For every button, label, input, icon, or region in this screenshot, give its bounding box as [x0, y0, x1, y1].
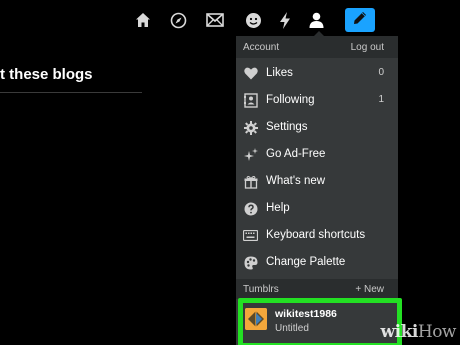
lightning-icon[interactable] — [275, 10, 295, 30]
activity-icon[interactable] — [243, 10, 263, 30]
gift-icon — [243, 174, 258, 189]
wikihow-watermark: wikiHow — [380, 322, 457, 342]
menu-item-label: What's new — [266, 175, 326, 187]
menu-item-label: Settings — [266, 121, 308, 133]
background-divider — [0, 92, 142, 93]
blog-item-wikitest1986[interactable]: wikitest1986 Untitled — [236, 299, 398, 345]
tumblrs-header: Tumblrs + New — [236, 279, 398, 299]
account-label: Account — [243, 42, 280, 53]
account-icon[interactable] — [306, 10, 326, 30]
palette-icon — [243, 255, 258, 270]
watermark-brand: wiki — [380, 322, 419, 342]
menu-item-likes[interactable]: Likes 0 — [236, 60, 398, 87]
menu-item-change-palette[interactable]: Change Palette — [236, 249, 398, 276]
menu-item-go-ad-free[interactable]: Go Ad-Free — [236, 141, 398, 168]
account-menu: Account Log out Likes 0 Following 1 Sett… — [236, 36, 398, 345]
menu-item-label: Likes — [266, 67, 293, 79]
blog-name: wikitest1986 — [275, 308, 337, 320]
watermark-suffix: How — [417, 322, 457, 342]
likes-count: 0 — [378, 67, 384, 78]
explore-icon[interactable] — [168, 10, 188, 30]
menu-item-keyboard-shortcuts[interactable]: Keyboard shortcuts — [236, 222, 398, 249]
menu-item-label: Help — [266, 202, 290, 214]
blog-subtitle: Untitled — [275, 323, 309, 334]
logout-link[interactable]: Log out — [351, 42, 384, 53]
gear-icon — [243, 120, 258, 135]
mail-icon[interactable] — [205, 10, 225, 30]
account-menu-header: Account Log out — [236, 36, 398, 58]
menu-item-label: Change Palette — [266, 256, 346, 268]
following-icon — [243, 93, 258, 108]
compose-button[interactable] — [345, 8, 375, 32]
menu-item-settings[interactable]: Settings — [236, 114, 398, 141]
menu-item-label: Keyboard shortcuts — [266, 229, 366, 241]
menu-item-label: Go Ad-Free — [266, 148, 326, 160]
help-icon — [243, 201, 258, 216]
menu-item-following[interactable]: Following 1 — [236, 87, 398, 114]
new-blog-button[interactable]: + New — [355, 284, 384, 295]
pencil-icon — [353, 11, 367, 30]
heart-icon — [243, 66, 258, 81]
home-icon[interactable] — [133, 10, 153, 30]
background-heading: t these blogs — [0, 66, 93, 83]
menu-item-whats-new[interactable]: What's new — [236, 168, 398, 195]
tumblrs-label: Tumblrs — [243, 284, 279, 295]
menu-item-help[interactable]: Help — [236, 195, 398, 222]
avatar — [245, 308, 267, 330]
following-count: 1 — [378, 94, 384, 105]
menu-item-label: Following — [266, 94, 315, 106]
sparkle-icon — [243, 147, 258, 162]
keyboard-icon — [243, 228, 258, 243]
page: t these blogs Account Log out Likes 0 Fo… — [0, 0, 460, 345]
top-nav-bar — [0, 0, 460, 38]
